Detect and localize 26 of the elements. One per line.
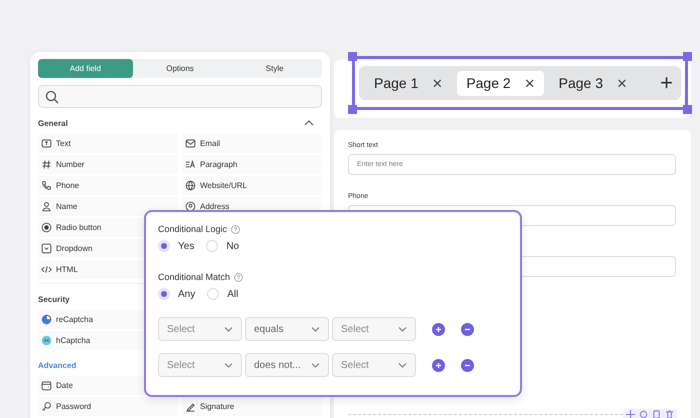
radio-label: No — [226, 240, 240, 252]
field-type-label: Dropdown — [56, 244, 92, 253]
section-heading: Advanced — [38, 360, 76, 370]
field-type-label: Text — [56, 139, 71, 148]
field-type-label: Name — [56, 202, 78, 211]
field-type-label: Phone — [56, 181, 80, 190]
field-type-label: hCaptcha — [56, 336, 90, 345]
field-type-label: reCaptcha — [56, 315, 93, 324]
radio-label: All — [227, 288, 238, 300]
field-type-label: Address — [200, 202, 230, 211]
radio-label: Any — [178, 288, 196, 300]
field-type-label: Website/URL — [200, 181, 247, 190]
field-type-label: HTML — [56, 265, 78, 274]
field-type-label: Number — [56, 160, 84, 169]
field-type-label: Password — [56, 402, 92, 411]
page-tab-label: Page 3 — [558, 75, 603, 91]
field-type-label: Date — [56, 381, 73, 390]
radio-label: Yes — [178, 240, 194, 252]
page-tab-label: Page 2 — [466, 75, 511, 91]
section-heading: Security — [38, 294, 70, 304]
field-type-label: Signature — [200, 402, 234, 411]
field-type-label: Radio button — [56, 223, 102, 232]
section-heading: General — [38, 118, 68, 128]
field-type-label: Paragraph — [200, 160, 238, 169]
page-tab-label: Page 1 — [374, 75, 418, 91]
field-type-label: Email — [200, 139, 220, 148]
